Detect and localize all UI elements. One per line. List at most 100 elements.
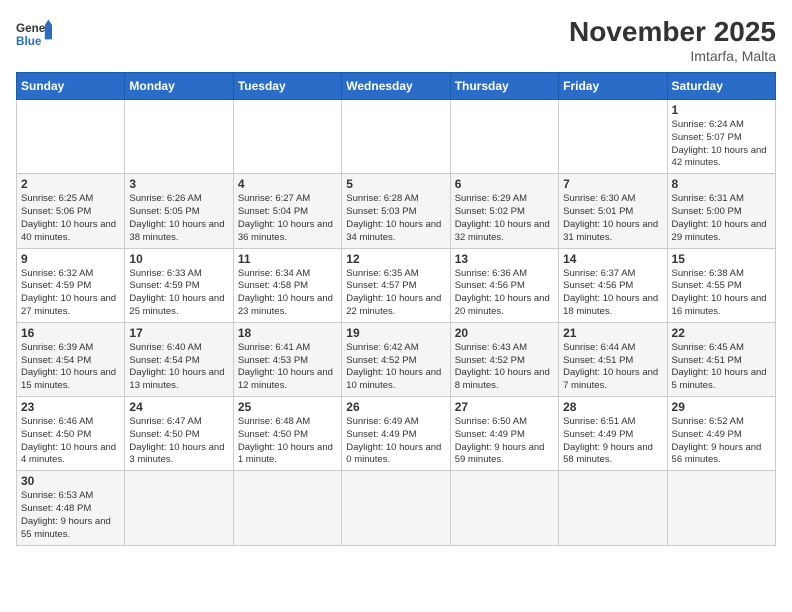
svg-text:Blue: Blue xyxy=(16,35,42,48)
day-number: 22 xyxy=(672,326,771,340)
day-number: 14 xyxy=(563,252,662,266)
calendar-header-thursday: Thursday xyxy=(450,73,558,100)
calendar-cell: 6Sunrise: 6:29 AM Sunset: 5:02 PM Daylig… xyxy=(450,174,558,248)
calendar-cell xyxy=(559,471,667,545)
day-info: Sunrise: 6:45 AM Sunset: 4:51 PM Dayligh… xyxy=(672,342,771,393)
day-number: 7 xyxy=(563,177,662,191)
logo-icon: General Blue xyxy=(16,16,52,52)
day-number: 17 xyxy=(129,326,228,340)
day-number: 9 xyxy=(21,252,120,266)
calendar-header-row: SundayMondayTuesdayWednesdayThursdayFrid… xyxy=(17,73,776,100)
calendar-header-tuesday: Tuesday xyxy=(233,73,341,100)
calendar-cell xyxy=(17,100,125,174)
day-number: 5 xyxy=(346,177,445,191)
calendar-cell: 20 Sunrise: 6:43 AM Sunset: 4:52 PM Dayli… xyxy=(450,322,558,396)
calendar-cell: 23 Sunrise: 6:46 AM Sunset: 4:50 PM Dayli… xyxy=(17,397,125,471)
calendar-cell: 25Sunrise: 6:48 AM Sunset: 4:50 PM Dayli… xyxy=(233,397,341,471)
day-info: Sunrise: 6:44 AM Sunset: 4:51 PM Dayligh… xyxy=(563,342,662,393)
day-number: 26 xyxy=(346,400,445,414)
calendar-cell xyxy=(125,471,233,545)
day-info: Sunrise: 6:33 AM Sunset: 4:59 PM Dayligh… xyxy=(129,268,228,319)
day-info: Sunrise: 6:38 AM Sunset: 4:55 PM Dayligh… xyxy=(672,268,771,319)
day-info: Sunrise: 6:50 AM Sunset: 4:49 PM Dayligh… xyxy=(455,416,554,467)
day-number: 29 xyxy=(672,400,771,414)
calendar-cell: 4Sunrise: 6:27 AM Sunset: 5:04 PM Daylig… xyxy=(233,174,341,248)
calendar-cell: 18Sunrise: 6:41 AM Sunset: 4:53 PM Dayli… xyxy=(233,322,341,396)
day-number: 23 xyxy=(21,400,120,414)
calendar-cell: 8Sunrise: 6:31 AM Sunset: 5:00 PM Daylig… xyxy=(667,174,775,248)
calendar-cell: 26 Sunrise: 6:49 AM Sunset: 4:49 PM Dayli… xyxy=(342,397,450,471)
day-number: 3 xyxy=(129,177,228,191)
day-info: Sunrise: 6:27 AM Sunset: 5:04 PM Dayligh… xyxy=(238,193,337,244)
day-info: Sunrise: 6:52 AM Sunset: 4:49 PM Dayligh… xyxy=(672,416,771,467)
day-info: Sunrise: 6:31 AM Sunset: 5:00 PM Dayligh… xyxy=(672,193,771,244)
day-info: Sunrise: 6:29 AM Sunset: 5:02 PM Dayligh… xyxy=(455,193,554,244)
day-info: Sunrise: 6:36 AM Sunset: 4:56 PM Dayligh… xyxy=(455,268,554,319)
day-info: Sunrise: 6:51 AM Sunset: 4:49 PM Dayligh… xyxy=(563,416,662,467)
day-info: Sunrise: 6:53 AM Sunset: 4:48 PM Dayligh… xyxy=(21,490,120,541)
calendar-cell: 24Sunrise: 6:47 AM Sunset: 4:50 PM Dayli… xyxy=(125,397,233,471)
day-info: Sunrise: 6:32 AM Sunset: 4:59 PM Dayligh… xyxy=(21,268,120,319)
calendar-week-row: 1 Sunrise: 6:24 AM Sunset: 5:07 PM Daylig… xyxy=(17,100,776,174)
calendar-week-row: 16 Sunrise: 6:39 AM Sunset: 4:54 PM Dayli… xyxy=(17,322,776,396)
day-info: Sunrise: 6:24 AM Sunset: 5:07 PM Dayligh… xyxy=(672,119,771,170)
calendar-cell: 30 Sunrise: 6:53 AM Sunset: 4:48 PM Dayli… xyxy=(17,471,125,545)
calendar-cell: 28 Sunrise: 6:51 AM Sunset: 4:49 PM Dayli… xyxy=(559,397,667,471)
day-number: 19 xyxy=(346,326,445,340)
day-info: Sunrise: 6:39 AM Sunset: 4:54 PM Dayligh… xyxy=(21,342,120,393)
calendar-cell xyxy=(342,471,450,545)
calendar-cell xyxy=(667,471,775,545)
day-number: 30 xyxy=(21,474,120,488)
day-info: Sunrise: 6:28 AM Sunset: 5:03 PM Dayligh… xyxy=(346,193,445,244)
calendar-cell: 9 Sunrise: 6:32 AM Sunset: 4:59 PM Daylig… xyxy=(17,248,125,322)
calendar-cell: 29 Sunrise: 6:52 AM Sunset: 4:49 PM Dayli… xyxy=(667,397,775,471)
day-number: 2 xyxy=(21,177,120,191)
location: Imtarfa, Malta xyxy=(569,48,776,64)
calendar-cell: 16 Sunrise: 6:39 AM Sunset: 4:54 PM Dayli… xyxy=(17,322,125,396)
day-number: 28 xyxy=(563,400,662,414)
calendar-cell xyxy=(233,100,341,174)
calendar-header-saturday: Saturday xyxy=(667,73,775,100)
day-number: 12 xyxy=(346,252,445,266)
day-info: Sunrise: 6:37 AM Sunset: 4:56 PM Dayligh… xyxy=(563,268,662,319)
day-number: 24 xyxy=(129,400,228,414)
day-info: Sunrise: 6:46 AM Sunset: 4:50 PM Dayligh… xyxy=(21,416,120,467)
day-number: 27 xyxy=(455,400,554,414)
day-number: 13 xyxy=(455,252,554,266)
day-info: Sunrise: 6:49 AM Sunset: 4:49 PM Dayligh… xyxy=(346,416,445,467)
day-info: Sunrise: 6:41 AM Sunset: 4:53 PM Dayligh… xyxy=(238,342,337,393)
day-number: 20 xyxy=(455,326,554,340)
day-info: Sunrise: 6:40 AM Sunset: 4:54 PM Dayligh… xyxy=(129,342,228,393)
calendar-week-row: 2 Sunrise: 6:25 AM Sunset: 5:06 PM Daylig… xyxy=(17,174,776,248)
logo: General Blue xyxy=(16,16,52,52)
calendar-cell: 1 Sunrise: 6:24 AM Sunset: 5:07 PM Daylig… xyxy=(667,100,775,174)
calendar-cell: 21 Sunrise: 6:44 AM Sunset: 4:51 PM Dayli… xyxy=(559,322,667,396)
calendar-header-wednesday: Wednesday xyxy=(342,73,450,100)
calendar-cell xyxy=(342,100,450,174)
day-number: 15 xyxy=(672,252,771,266)
day-info: Sunrise: 6:43 AM Sunset: 4:52 PM Dayligh… xyxy=(455,342,554,393)
calendar-header-friday: Friday xyxy=(559,73,667,100)
day-info: Sunrise: 6:30 AM Sunset: 5:01 PM Dayligh… xyxy=(563,193,662,244)
day-info: Sunrise: 6:35 AM Sunset: 4:57 PM Dayligh… xyxy=(346,268,445,319)
calendar-week-row: 30 Sunrise: 6:53 AM Sunset: 4:48 PM Dayli… xyxy=(17,471,776,545)
day-number: 11 xyxy=(238,252,337,266)
calendar-cell: 17 Sunrise: 6:40 AM Sunset: 4:54 PM Dayli… xyxy=(125,322,233,396)
calendar-cell: 27 Sunrise: 6:50 AM Sunset: 4:49 PM Dayli… xyxy=(450,397,558,471)
calendar-cell: 5 Sunrise: 6:28 AM Sunset: 5:03 PM Daylig… xyxy=(342,174,450,248)
calendar-cell xyxy=(125,100,233,174)
calendar-table: SundayMondayTuesdayWednesdayThursdayFrid… xyxy=(16,72,776,546)
calendar-cell: 2 Sunrise: 6:25 AM Sunset: 5:06 PM Daylig… xyxy=(17,174,125,248)
day-info: Sunrise: 6:25 AM Sunset: 5:06 PM Dayligh… xyxy=(21,193,120,244)
month-title: November 2025 xyxy=(569,16,776,48)
calendar-header-monday: Monday xyxy=(125,73,233,100)
page-header: General Blue November 2025 Imtarfa, Malt… xyxy=(16,16,776,64)
day-number: 21 xyxy=(563,326,662,340)
calendar-cell: 22 Sunrise: 6:45 AM Sunset: 4:51 PM Dayli… xyxy=(667,322,775,396)
day-number: 1 xyxy=(672,103,771,117)
day-number: 16 xyxy=(21,326,120,340)
title-block: November 2025 Imtarfa, Malta xyxy=(569,16,776,64)
calendar-week-row: 9 Sunrise: 6:32 AM Sunset: 4:59 PM Daylig… xyxy=(17,248,776,322)
calendar-cell xyxy=(559,100,667,174)
calendar-cell: 7 Sunrise: 6:30 AM Sunset: 5:01 PM Daylig… xyxy=(559,174,667,248)
